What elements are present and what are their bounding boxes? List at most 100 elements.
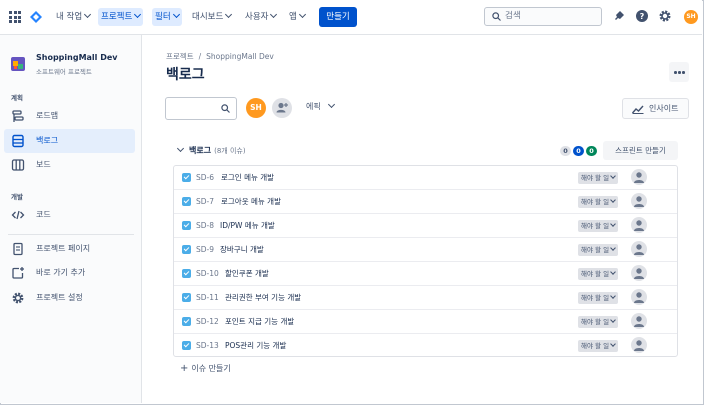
sidebar-item-code[interactable]: 코드 — [4, 203, 135, 227]
jira-logo-icon[interactable] — [30, 11, 42, 23]
issue-key[interactable]: SD-6 — [196, 166, 214, 189]
unassigned-avatar-icon[interactable] — [631, 169, 647, 185]
page-title: 백로그 — [166, 67, 205, 83]
issue-summary: 장바구니 개발 — [220, 245, 264, 254]
sidebar-item-backlog[interactable]: 백로그 — [4, 129, 135, 153]
status-dropdown[interactable]: 해야 할 일 — [578, 316, 619, 328]
issue-row[interactable]: SD-7 로그아웃 메뉴 개발 해야 할 일 — [174, 190, 677, 214]
add-user-icon — [276, 102, 288, 113]
issue-row[interactable]: SD-10 할인쿠폰 개발 해야 할 일 — [174, 262, 677, 286]
issue-key[interactable]: SD-10 — [196, 262, 219, 285]
settings-icon[interactable] — [658, 9, 672, 23]
issue-key[interactable]: SD-11 — [196, 286, 219, 309]
issue-row[interactable]: SD-6 로그인 메뉴 개발 해야 할 일 — [174, 166, 677, 190]
nav-filters[interactable]: 필터 — [152, 8, 182, 26]
issue-key[interactable]: SD-13 — [196, 334, 219, 357]
chevron-down-icon — [610, 245, 616, 251]
status-dropdown[interactable]: 해야 할 일 — [578, 340, 619, 352]
issue-summary: 로그아웃 메뉴 개발 — [221, 197, 281, 206]
chevron-down-icon — [610, 221, 616, 227]
add-people-button[interactable] — [272, 98, 292, 118]
chevron-down-icon — [172, 10, 180, 19]
status-dropdown[interactable]: 해야 할 일 — [578, 244, 619, 256]
epic-filter-dropdown[interactable]: 에픽 — [306, 100, 335, 112]
nav-projects[interactable]: 프로젝트 — [98, 8, 144, 26]
unassigned-avatar-icon[interactable] — [631, 313, 647, 329]
help-icon[interactable]: ? — [635, 9, 649, 23]
filter-avatar[interactable]: SH — [246, 98, 266, 118]
task-type-icon — [182, 173, 191, 182]
issue-summary: POS관리 기능 개발 — [225, 341, 287, 350]
sidebar-item-board[interactable]: 보드 — [4, 153, 135, 177]
sidebar-item-add-shortcut[interactable]: 바로 가기 추가 — [4, 261, 135, 285]
create-sprint-button[interactable]: 스프린트 만들기 — [603, 141, 678, 160]
chevron-down-icon — [298, 10, 306, 19]
insights-button[interactable]: 인사이트 — [622, 98, 689, 119]
breadcrumb-project[interactable]: ShoppingMall Dev — [206, 52, 274, 61]
chart-icon — [632, 105, 644, 114]
unassigned-avatar-icon[interactable] — [631, 337, 647, 353]
code-icon — [11, 210, 25, 220]
top-navigation: 내 작업 프로젝트 필터 대시보드 사용자 앱 만들기 검색 ? SH — [0, 0, 702, 35]
user-avatar[interactable]: SH — [684, 10, 698, 24]
count-todo-badge: 0 — [560, 146, 571, 156]
issue-summary: 로그인 메뉴 개발 — [221, 173, 275, 182]
issue-summary: 할인쿠폰 개발 — [225, 269, 269, 278]
sidebar-item-project-pages[interactable]: 프로젝트 페이지 — [4, 237, 135, 261]
project-name[interactable]: ShoppingMall Dev — [36, 53, 117, 62]
more-actions-button[interactable] — [669, 62, 689, 82]
unassigned-avatar-icon[interactable] — [631, 289, 647, 305]
create-issue-button[interactable]: + 이슈 만들기 — [180, 363, 231, 374]
create-button[interactable]: 만들기 — [319, 7, 357, 27]
status-dropdown[interactable]: 해야 할 일 — [578, 268, 619, 280]
board-icon — [11, 159, 25, 171]
page-icon — [13, 242, 23, 256]
sidebar-item-project-settings[interactable]: 프로젝트 설정 — [4, 286, 135, 310]
task-type-icon — [182, 293, 191, 302]
status-dropdown[interactable]: 해야 할 일 — [578, 220, 619, 232]
issue-row[interactable]: SD-11 관리권한 부여 기능 개발 해야 할 일 — [174, 286, 677, 310]
nav-my-work[interactable]: 내 작업 — [53, 8, 93, 26]
unassigned-avatar-icon[interactable] — [631, 193, 647, 209]
chevron-down-icon — [610, 197, 616, 203]
issue-key[interactable]: SD-12 — [196, 310, 219, 333]
issue-key[interactable]: SD-7 — [196, 190, 214, 213]
search-input[interactable]: 검색 — [484, 7, 602, 26]
breadcrumb-projects[interactable]: 프로젝트 — [166, 52, 194, 61]
plus-icon: + — [180, 363, 189, 374]
search-icon — [221, 104, 230, 113]
nav-people[interactable]: 사용자 — [242, 8, 279, 26]
backlog-section-header[interactable]: 백로그 (8개 이슈) — [176, 144, 246, 156]
status-dropdown[interactable]: 해야 할 일 — [578, 196, 619, 208]
issue-row[interactable]: SD-8 ID/PW 메뉴 개발 해야 할 일 — [174, 214, 677, 238]
issue-row[interactable]: SD-13 POS관리 기능 개발 해야 할 일 — [174, 334, 677, 358]
add-shortcut-icon — [12, 267, 24, 279]
notification-icon[interactable] — [612, 9, 626, 23]
sidebar-item-roadmap[interactable]: 로드맵 — [4, 104, 135, 128]
section-planning: 계획 — [11, 94, 23, 102]
project-type: 소프트웨어 프로젝트 — [36, 68, 92, 76]
issue-key[interactable]: SD-9 — [196, 238, 214, 261]
issue-row[interactable]: SD-9 장바구니 개발 해야 할 일 — [174, 238, 677, 262]
breadcrumb: 프로젝트 / ShoppingMall Dev — [166, 52, 274, 61]
issue-summary: 관리권한 부여 기능 개발 — [225, 293, 302, 302]
nav-dashboards[interactable]: 대시보드 — [189, 8, 234, 26]
status-dropdown[interactable]: 해야 할 일 — [578, 292, 619, 304]
unassigned-avatar-icon[interactable] — [631, 241, 647, 257]
chevron-down-icon — [610, 341, 616, 347]
unassigned-avatar-icon[interactable] — [631, 217, 647, 233]
nav-apps[interactable]: 앱 — [286, 8, 308, 26]
chevron-down-icon — [134, 10, 142, 19]
task-type-icon — [182, 341, 191, 350]
app-grid-icon[interactable] — [9, 11, 21, 23]
chevron-down-icon — [327, 100, 335, 109]
sidebar-divider — [8, 234, 134, 235]
search-placeholder: 검색 — [505, 11, 521, 21]
issue-key[interactable]: SD-8 — [196, 214, 214, 237]
status-dropdown[interactable]: 해야 할 일 — [578, 172, 619, 184]
unassigned-avatar-icon[interactable] — [631, 265, 647, 281]
chevron-down-icon — [270, 10, 278, 19]
backlog-search-input[interactable] — [165, 97, 237, 120]
issue-row[interactable]: SD-12 포인트 지급 기능 개발 해야 할 일 — [174, 310, 677, 334]
count-done-badge: 0 — [586, 146, 597, 156]
